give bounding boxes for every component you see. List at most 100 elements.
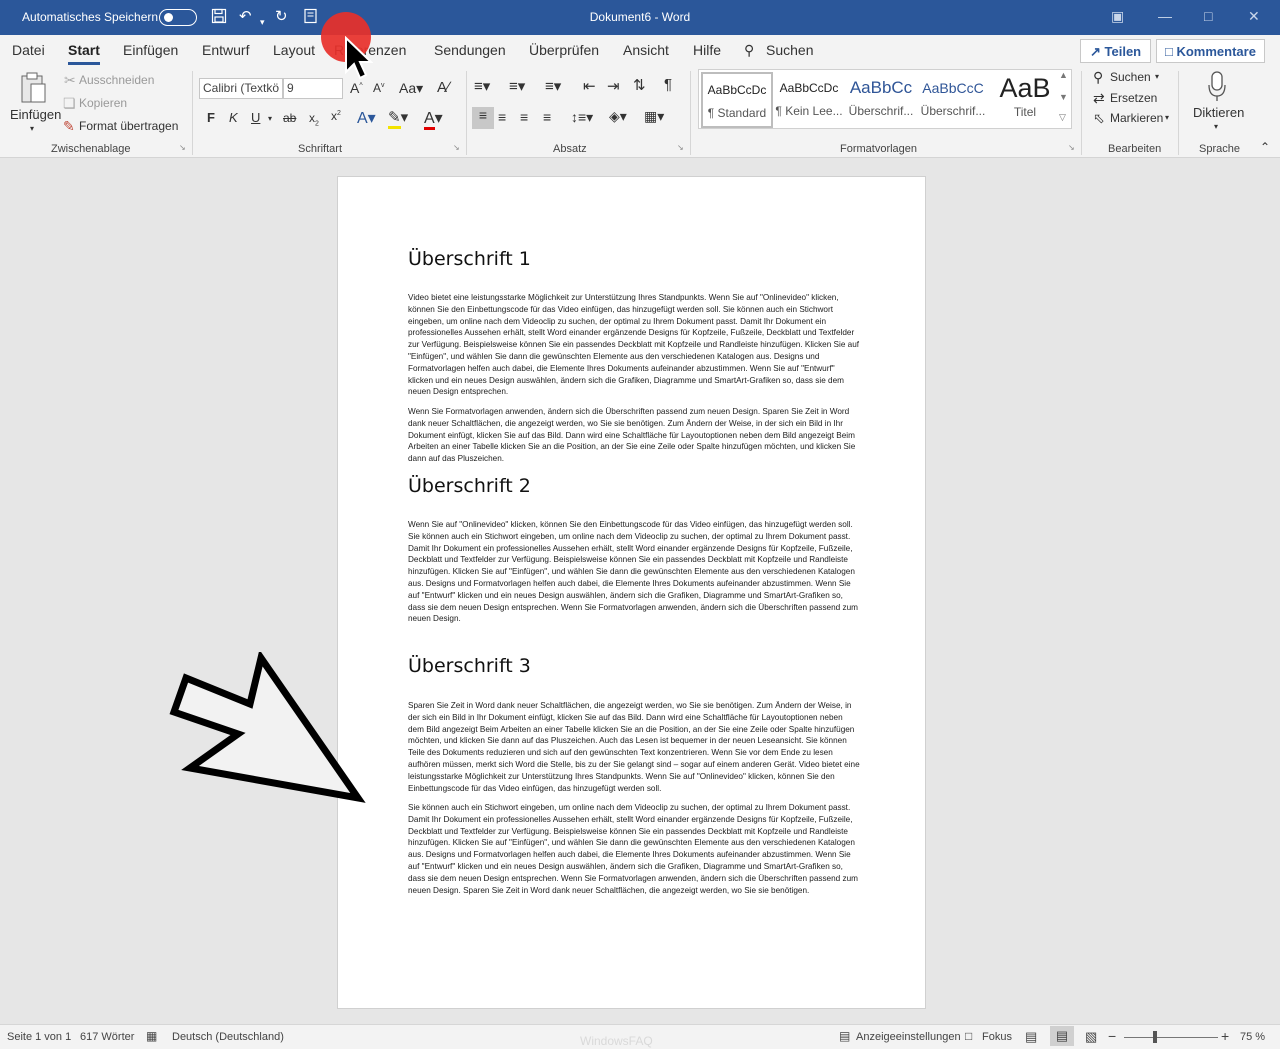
read-mode-icon[interactable]: ▤ (1025, 1029, 1037, 1045)
font-size-combo[interactable]: 9 (283, 78, 343, 99)
tab-ansicht[interactable]: Ansicht (623, 42, 669, 58)
font-launcher-icon[interactable]: ↘ (453, 143, 460, 152)
subscript-icon[interactable]: x2 (309, 111, 319, 127)
style-standard[interactable]: AaBbCcDc ¶ Standard (701, 72, 773, 128)
style-heading-1[interactable]: AaBbCc Überschrif... (845, 72, 917, 128)
dictate-button[interactable]: Diktieren ▾ (1190, 69, 1244, 135)
highlight-icon[interactable]: ✎▾ (388, 108, 408, 129)
select-dropdown-icon[interactable]: ▾ (1165, 113, 1169, 122)
multilevel-list-icon[interactable]: ≡▾ (545, 77, 561, 95)
page-count[interactable]: Seite 1 von 1 (7, 1031, 71, 1043)
styles-scroll-down-icon[interactable]: ▼ (1059, 92, 1068, 102)
italic-button[interactable]: K (229, 110, 238, 125)
decrease-indent-icon[interactable]: ⇤ (583, 77, 596, 95)
align-center-icon[interactable]: ≡ (498, 109, 506, 125)
replace-icon: ⇄ (1093, 90, 1105, 106)
cut-icon: ✂ (64, 72, 76, 88)
display-settings-button[interactable]: Anzeigeeinstellungen (856, 1031, 961, 1043)
replace-button[interactable]: Ersetzen (1110, 91, 1157, 105)
sort-icon[interactable]: ⇅ (633, 76, 646, 94)
font-color-icon[interactable]: A▾ (424, 108, 443, 130)
show-formatting-icon[interactable]: ¶ (664, 76, 672, 93)
document-page[interactable]: Überschrift 1 Video bietet eine leistung… (337, 176, 926, 1009)
change-case-icon[interactable]: Aa▾ (399, 80, 423, 97)
paste-button[interactable]: Einfügen ▾ (8, 70, 61, 136)
align-right-icon[interactable]: ≡ (520, 109, 528, 125)
paragraph: Wenn Sie Formatvorlagen anwenden, ändern… (408, 407, 856, 464)
copy-button[interactable]: Kopieren (79, 96, 127, 110)
close-icon[interactable]: ✕ (1248, 8, 1260, 25)
tab-ueberpruefen[interactable]: Überprüfen (529, 42, 599, 58)
search-icon[interactable]: ⚲ (744, 42, 754, 59)
grow-font-icon[interactable]: A^ (350, 80, 363, 96)
word-count[interactable]: 617 Wörter (80, 1031, 134, 1043)
proofing-icon[interactable]: ▦ (146, 1029, 157, 1043)
style-preview: AaBbCcDc (779, 81, 839, 95)
tab-einfuegen[interactable]: Einfügen (123, 42, 178, 58)
display-settings-icon: ▤ (839, 1029, 851, 1043)
zoom-slider-thumb[interactable] (1153, 1031, 1158, 1043)
underline-dropdown-icon[interactable]: ▾ (268, 114, 272, 123)
share-button[interactable]: ↗ Teilen (1080, 39, 1152, 63)
language[interactable]: Deutsch (Deutschland) (172, 1031, 284, 1043)
tab-hilfe[interactable]: Hilfe (693, 42, 721, 58)
find-dropdown-icon[interactable]: ▾ (1155, 72, 1159, 81)
paragraph: Sie können auch ein Stichwort eingeben, … (408, 803, 858, 895)
tab-start[interactable]: Start (68, 42, 100, 65)
style-heading-2[interactable]: AaBbCcC Überschrif... (917, 72, 989, 128)
tab-entwurf[interactable]: Entwurf (202, 42, 249, 58)
heading-2: Überschrift 2 (408, 475, 531, 497)
shrink-font-icon[interactable]: Av (373, 81, 385, 95)
group-label-paragraph: Absatz (553, 143, 587, 155)
style-title[interactable]: AaB Titel (989, 72, 1061, 128)
align-left-icon[interactable]: ≡ (472, 107, 494, 129)
font-name-combo[interactable]: Calibri (Textkö (199, 78, 283, 99)
zoom-slider-track[interactable] (1124, 1037, 1218, 1038)
underline-button[interactable]: U (251, 110, 260, 125)
clear-formatting-icon[interactable]: A∕ (437, 79, 450, 96)
maximize-icon[interactable]: □ (1204, 8, 1212, 24)
format-painter-button[interactable]: Format übertragen (79, 119, 178, 133)
styles-launcher-icon[interactable]: ↘ (1068, 143, 1075, 152)
focus-icon: □ (965, 1029, 973, 1043)
tab-sendungen[interactable]: Sendungen (434, 42, 506, 58)
tab-layout[interactable]: Layout (273, 42, 315, 58)
mouse-cursor-icon (345, 36, 373, 80)
minimize-icon[interactable]: — (1158, 8, 1172, 24)
cut-button[interactable]: Ausschneiden (79, 73, 154, 87)
group-label-clipboard: Zwischenablage (51, 143, 131, 155)
borders-icon[interactable]: ▦▾ (644, 108, 664, 125)
bullets-icon[interactable]: ≡▾ (474, 77, 490, 95)
style-no-spacing[interactable]: AaBbCcDc ¶ Kein Lee... (773, 72, 845, 128)
focus-button[interactable]: Fokus (982, 1031, 1012, 1043)
styles-more-icon[interactable]: ▽ (1059, 112, 1066, 123)
text-effects-icon[interactable]: A▾ (357, 108, 376, 128)
comments-button[interactable]: □ Kommentare (1156, 39, 1265, 63)
line-spacing-icon[interactable]: ↕≡▾ (571, 109, 593, 126)
ribbon-display-options-icon[interactable]: ▣ (1111, 8, 1124, 25)
bold-button[interactable]: F (207, 110, 215, 125)
superscript-icon[interactable]: x2 (331, 109, 341, 123)
numbering-icon[interactable]: ≡▾ (509, 77, 525, 95)
zoom-level[interactable]: 75 % (1240, 1031, 1265, 1043)
web-layout-icon[interactable]: ▧ (1085, 1029, 1097, 1045)
select-button[interactable]: Markieren (1110, 111, 1163, 125)
zoom-out-icon[interactable]: − (1108, 1028, 1116, 1044)
styles-scroll-up-icon[interactable]: ▲ (1059, 70, 1068, 80)
tab-suchen[interactable]: Suchen (766, 42, 813, 58)
print-layout-icon[interactable]: ▤ (1050, 1026, 1074, 1046)
zoom-in-icon[interactable]: + (1221, 1028, 1229, 1044)
tab-datei[interactable]: Datei (12, 42, 45, 58)
shading-icon[interactable]: ◈▾ (609, 108, 627, 125)
collapse-ribbon-icon[interactable]: ⌃ (1260, 140, 1270, 154)
increase-indent-icon[interactable]: ⇥ (607, 77, 620, 95)
document-title: Dokument6 - Word (589, 10, 691, 24)
justify-icon[interactable]: ≡ (543, 109, 551, 125)
style-preview: AaBbCcDc (707, 83, 767, 97)
strikethrough-icon[interactable]: ab (283, 111, 296, 125)
paragraph-launcher-icon[interactable]: ↘ (677, 143, 684, 152)
clipboard-launcher-icon[interactable]: ↘ (179, 143, 186, 152)
group-label-styles: Formatvorlagen (840, 143, 918, 155)
find-button[interactable]: Suchen (1110, 70, 1151, 84)
select-icon: ⬁ (1093, 110, 1105, 126)
